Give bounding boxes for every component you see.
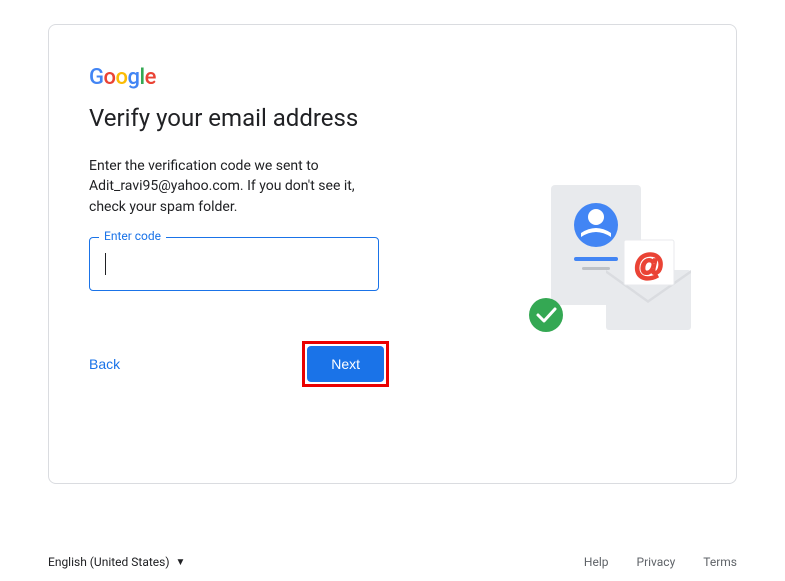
next-button-highlight: Next bbox=[302, 341, 389, 387]
next-button[interactable]: Next bbox=[307, 346, 384, 382]
code-input[interactable] bbox=[89, 237, 379, 291]
help-link[interactable]: Help bbox=[584, 555, 609, 569]
language-select[interactable]: English (United States) ▼ bbox=[48, 555, 185, 569]
logo-letter-g2: g bbox=[127, 65, 139, 90]
footer-links: Help Privacy Terms bbox=[584, 555, 737, 569]
chevron-down-icon: ▼ bbox=[176, 557, 186, 568]
description-text: Enter the verification code we sent to A… bbox=[89, 156, 389, 217]
signup-card: Google Verify your email address Enter t… bbox=[48, 24, 737, 484]
code-input-label: Enter code bbox=[99, 229, 166, 243]
logo-letter-g1: G bbox=[89, 65, 104, 90]
text-cursor bbox=[105, 253, 106, 275]
page-title: Verify your email address bbox=[89, 104, 696, 132]
logo-letter-o1: o bbox=[104, 65, 116, 90]
google-logo: Google bbox=[89, 65, 696, 90]
code-input-wrap: Enter code bbox=[89, 237, 379, 291]
logo-letter-e: e bbox=[145, 65, 156, 90]
svg-text:@: @ bbox=[634, 249, 664, 282]
language-label: English (United States) bbox=[48, 555, 170, 569]
privacy-link[interactable]: Privacy bbox=[637, 555, 676, 569]
terms-link[interactable]: Terms bbox=[703, 555, 737, 569]
back-button[interactable]: Back bbox=[89, 348, 120, 380]
footer: English (United States) ▼ Help Privacy T… bbox=[48, 555, 737, 569]
action-row: Back Next bbox=[89, 341, 389, 387]
verify-illustration: @ bbox=[506, 175, 706, 355]
logo-letter-o2: o bbox=[115, 65, 127, 90]
